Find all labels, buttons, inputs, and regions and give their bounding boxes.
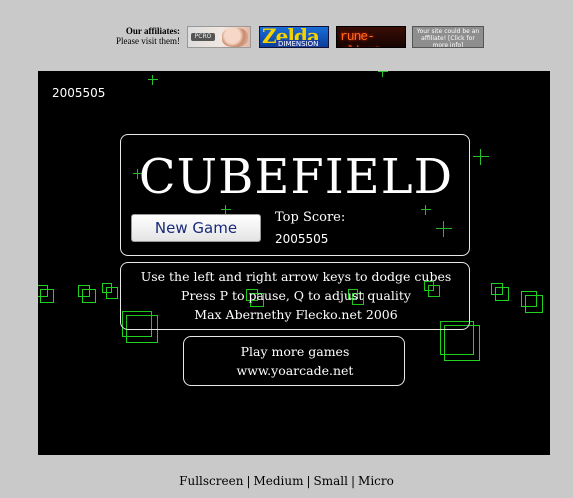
affiliates-caption: Our affiliates: Please visit them! (100, 26, 180, 46)
instructions-panel: Use the left and right arrow keys to dod… (120, 262, 470, 330)
top-score-value: 2005505 (275, 232, 329, 246)
new-game-button[interactable]: New Game (131, 214, 261, 242)
game-title: CUBEFIELD (138, 149, 454, 205)
size-options: Fullscreen | Medium | Small | Micro (0, 474, 573, 488)
instructions-line: Use the left and right arrow keys to dod… (140, 269, 452, 284)
cube-obstacle (78, 285, 96, 303)
game-canvas[interactable]: 2005505 CUBEFIELD New Game Top Score: 20… (38, 71, 550, 455)
cube-obstacle (38, 285, 54, 303)
pcro-banner[interactable]: PCRO (187, 26, 251, 48)
credits-line: Max Abernethy Flecko.net 2006 (194, 307, 398, 322)
more-games-url: www.yoarcade.net (236, 363, 354, 378)
separator: | (306, 474, 311, 488)
instructions-line: Press P to pause, Q to adjust quality (181, 288, 411, 303)
rune-client-banner[interactable]: rune-client (336, 26, 406, 48)
star-cross-icon (378, 71, 388, 77)
fullscreen-link[interactable]: Fullscreen (179, 474, 243, 488)
pcro-banner-label: PCRO (191, 33, 215, 41)
rune-client-banner-label: rune-client (340, 29, 382, 47)
top-score-label: Top Score: (275, 210, 346, 225)
cube-obstacle (440, 321, 480, 361)
zelda-dimension-banner[interactable]: Zelda DIMENSION (259, 26, 329, 48)
affiliates-heading: Our affiliates: (125, 26, 180, 36)
micro-link[interactable]: Micro (358, 474, 394, 488)
affiliates-subheading: Please visit them! (116, 36, 180, 46)
cube-obstacle (521, 291, 543, 313)
title-panel: CUBEFIELD New Game Top Score: 2005505 (120, 134, 470, 256)
affiliates-bar: Our affiliates: Please visit them! PCRO … (0, 0, 573, 62)
star-cross-icon (148, 75, 158, 85)
zelda-banner-sub: DIMENSION (276, 40, 321, 48)
more-games-label: Play more games (240, 344, 350, 359)
separator: | (350, 474, 356, 488)
cube-obstacle (491, 283, 509, 301)
separator: | (246, 474, 251, 488)
small-link[interactable]: Small (314, 474, 348, 488)
medium-link[interactable]: Medium (253, 474, 303, 488)
more-games-link[interactable]: Play more games www.yoarcade.net (183, 336, 405, 386)
affiliate-ad-banner[interactable]: Your site could be an affiliate! [Click … (412, 26, 484, 48)
cube-obstacle (102, 283, 118, 299)
pcro-artwork-icon (222, 28, 248, 47)
current-score: 2005505 (52, 86, 106, 100)
star-cross-icon (473, 149, 489, 165)
